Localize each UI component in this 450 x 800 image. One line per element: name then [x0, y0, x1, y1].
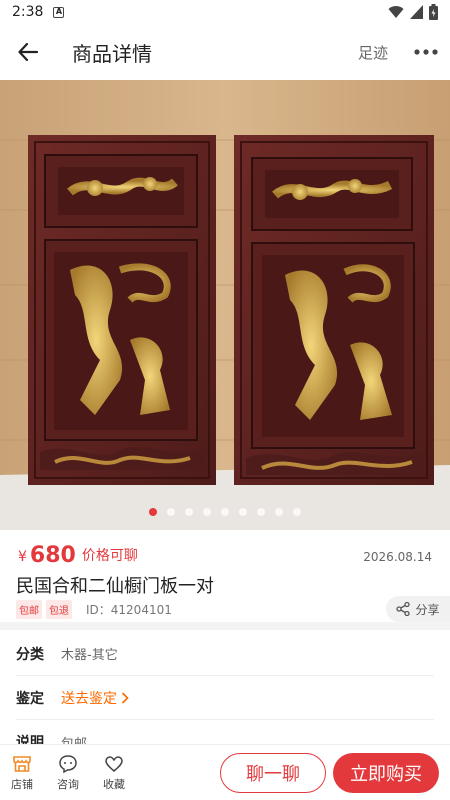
wifi-icon [388, 6, 404, 19]
section-divider [0, 622, 450, 630]
footprint-link[interactable]: 足迹 [358, 42, 388, 63]
share-button[interactable]: 分享 [386, 596, 450, 622]
status-icons [388, 4, 438, 20]
favorite-label: 收藏 [103, 777, 125, 791]
image-pager-dot[interactable] [239, 508, 247, 516]
signal-icon [410, 5, 423, 19]
buy-now-button[interactable]: 立即购买 [333, 753, 439, 793]
product-title: 民国合和二仙橱门板一对 [16, 576, 214, 597]
appraisal-link[interactable]: 送去鉴定 [61, 688, 129, 708]
status-bar: 2:38 A [0, 0, 450, 24]
heart-icon [105, 755, 123, 772]
image-pager-dot[interactable] [257, 508, 265, 516]
more-dots-icon [414, 49, 438, 55]
info-key-category: 分类 [16, 646, 44, 663]
favorite-button[interactable]: 收藏 [92, 754, 136, 792]
currency-symbol: ¥ [18, 549, 27, 565]
share-icon [396, 602, 411, 616]
image-pager-dot[interactable] [185, 508, 193, 516]
app-bar: 商品详情 足迹 [0, 24, 450, 80]
shop-label: 店铺 [11, 777, 33, 791]
image-pager-dot[interactable] [149, 508, 157, 516]
chat-bubble-icon [59, 754, 77, 773]
info-value-category: 木器-其它 [61, 648, 118, 663]
image-pager-dot[interactable] [293, 508, 301, 516]
listing-date: 2026.08.14 [363, 550, 432, 564]
image-pager-dot[interactable] [167, 508, 175, 516]
consult-label: 咨询 [57, 777, 79, 791]
image-pager-dot[interactable] [221, 508, 229, 516]
product-photo [0, 80, 450, 530]
notification-icon: A [53, 6, 65, 18]
image-pager-dot[interactable] [275, 508, 283, 516]
battery-icon [429, 4, 438, 20]
back-arrow-icon [18, 42, 39, 62]
image-pager-dot[interactable] [203, 508, 211, 516]
price-value: 680 [29, 543, 76, 568]
image-pager-dots [0, 508, 450, 516]
tag-returnable: 包退 [46, 599, 72, 619]
bottom-action-bar: 店铺 咨询 收藏 聊一聊 立即购买 [0, 744, 450, 800]
more-button[interactable] [406, 32, 446, 72]
shop-button[interactable]: 店铺 [0, 754, 44, 792]
negotiable-label: 价格可聊 [81, 548, 138, 564]
back-button[interactable] [0, 24, 56, 80]
product-id: ID：41204101 [86, 602, 172, 617]
product-tags-row: 包邮 包退 ID：41204101 分享 [16, 596, 450, 622]
shop-icon [13, 755, 31, 772]
page-title: 商品详情 [72, 41, 152, 66]
product-image-gallery[interactable] [0, 80, 450, 530]
chevron-right-icon [121, 691, 129, 704]
info-row-category: 分类 木器-其它 [16, 632, 434, 676]
consult-button[interactable]: 咨询 [46, 754, 90, 792]
tag-free-shipping: 包邮 [16, 599, 42, 619]
info-row-appraisal: 鉴定 送去鉴定 [16, 676, 434, 720]
chat-button[interactable]: 聊一聊 [220, 753, 326, 793]
share-label: 分享 [415, 602, 440, 617]
status-time: 2:38 [12, 4, 44, 20]
appraisal-link-label: 送去鉴定 [61, 690, 117, 707]
info-key-appraisal: 鉴定 [16, 690, 44, 707]
price-row: ¥ 680 价格可聊 2026.08.14 [0, 540, 450, 568]
